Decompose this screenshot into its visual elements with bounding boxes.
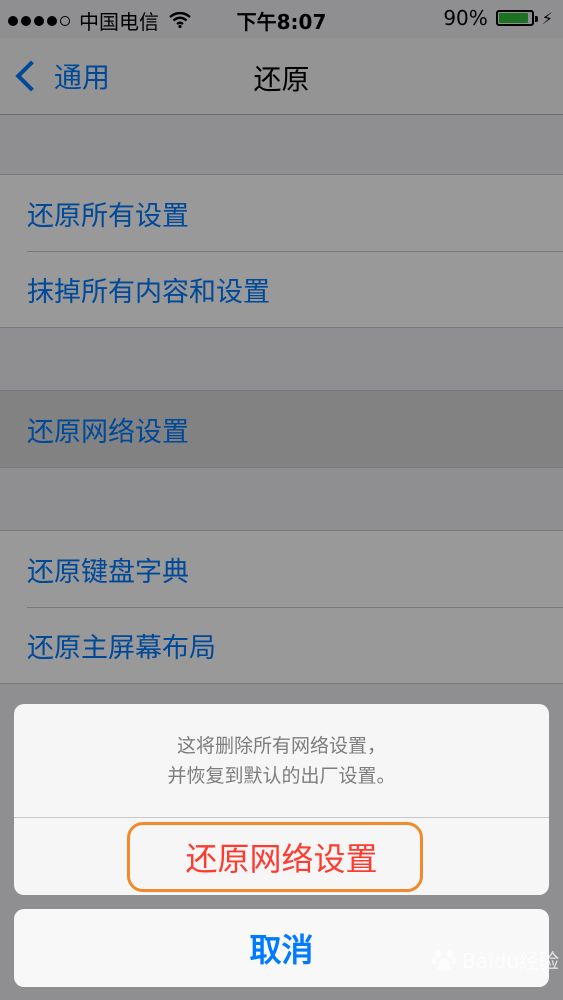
action-sheet-message: 这将删除所有网络设置， 并恢复到默认的出厂设置。 <box>14 704 549 818</box>
confirm-reset-network-button[interactable]: 还原网络设置 <box>14 818 549 895</box>
confirm-reset-network-label: 还原网络设置 <box>185 839 378 878</box>
message-line-1: 这将删除所有网络设置， <box>176 734 386 757</box>
watermark-text: Baidu经验 <box>462 949 559 973</box>
settings-screen: 中国电信 下午8:07 90% ⚡ 通用 还原 还原所有设置 抹掉所有内容和设置… <box>0 0 563 1000</box>
paw-logo-icon <box>431 949 457 970</box>
message-line-2: 并恢复到默认的出厂设置。 <box>167 764 396 787</box>
action-sheet: 这将删除所有网络设置， 并恢复到默认的出厂设置。 还原网络设置 <box>14 704 549 895</box>
cancel-button-label: 取消 <box>249 931 314 969</box>
watermark: Baidu经验 <box>430 945 559 974</box>
